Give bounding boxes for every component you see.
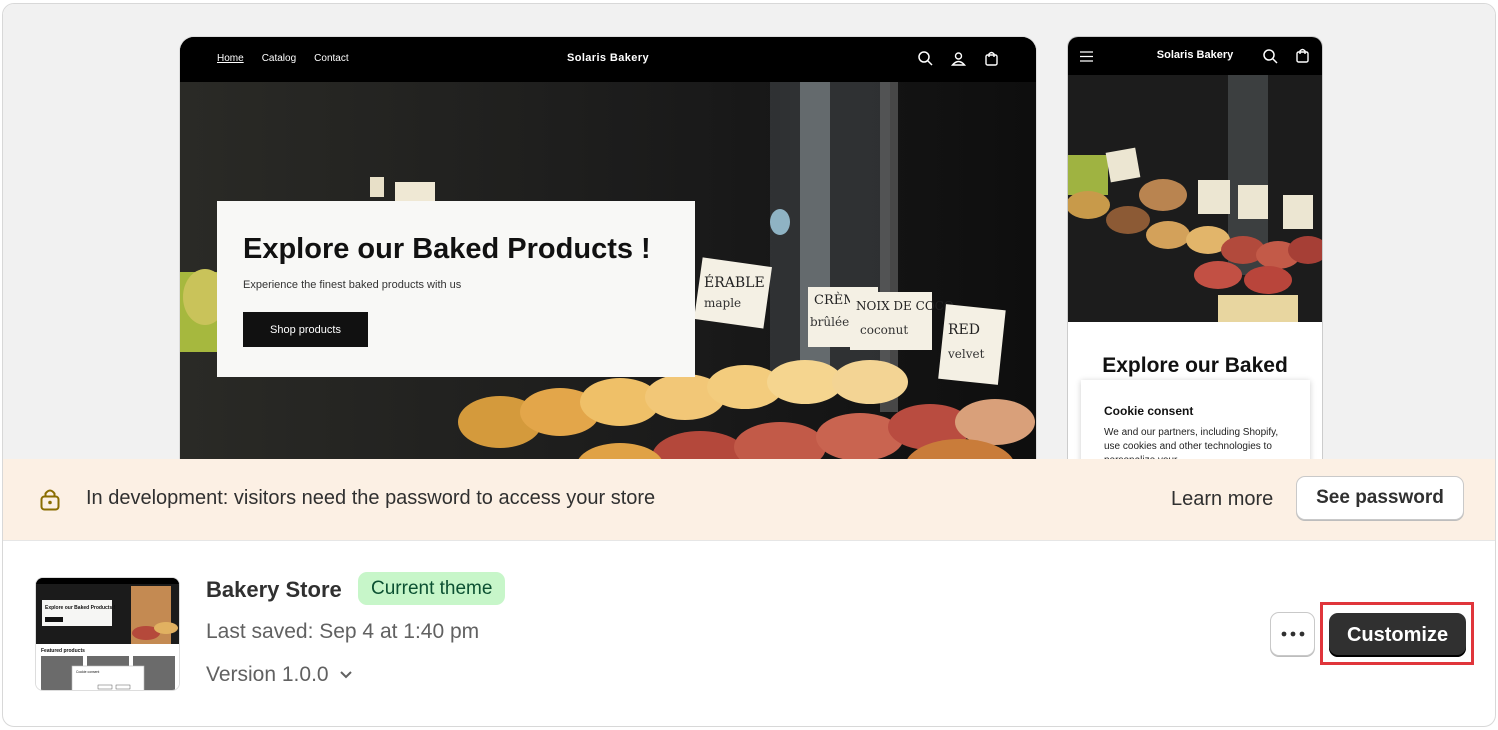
mobile-nav: Solaris Bakery	[1068, 37, 1322, 75]
desktop-hero-title: Explore our Baked Products !	[243, 233, 651, 265]
shop-products-button: Shop products	[243, 312, 368, 347]
search-icon	[918, 51, 933, 66]
version-dropdown[interactable]: Version 1.0.0	[206, 663, 353, 687]
ellipsis-icon	[1281, 631, 1304, 637]
thumb-featured-products: Featured products	[41, 648, 85, 654]
theme-thumbnail: Explore our Baked Products ! Featured pr…	[35, 577, 180, 691]
mobile-hero-image	[1068, 75, 1322, 322]
chevron-down-icon	[339, 671, 352, 679]
cookie-consent-title: Cookie consent	[1104, 404, 1194, 418]
lock-icon	[40, 489, 60, 511]
desktop-hero-box: Explore our Baked Products ! Experience …	[217, 201, 695, 377]
tag-brulee-text: brûlée	[810, 315, 849, 329]
desktop-brand: Solaris Bakery	[566, 52, 650, 64]
tag-coconut-text: coconut	[860, 323, 908, 337]
desktop-hero-subtitle: Experience the finest baked products wit…	[243, 279, 462, 291]
learn-more-link[interactable]: Learn more	[1171, 488, 1273, 511]
theme-card: Home Catalog Contact Solaris Bakery ÉRAB…	[2, 3, 1496, 727]
last-saved-text: Last saved: Sep 4 at 1:40 pm	[206, 620, 480, 643]
account-icon	[950, 52, 967, 66]
desktop-preview: Home Catalog Contact Solaris Bakery ÉRAB…	[180, 37, 1036, 477]
theme-preview-area[interactable]: Home Catalog Contact Solaris Bakery ÉRAB…	[3, 4, 1495, 477]
tag-velvet-text: velvet	[947, 347, 985, 361]
desktop-nav: Home Catalog Contact Solaris Bakery	[180, 37, 1036, 82]
see-password-button[interactable]: See password	[1296, 476, 1464, 520]
thumb-cookie-title: Cookie consent	[76, 670, 99, 674]
search-icon	[1263, 49, 1278, 64]
mobile-hero-title: Explore our Baked	[1102, 354, 1288, 377]
mobile-preview: Solaris Bakery Explore our Baked Cookie …	[1068, 37, 1322, 477]
current-theme-badge: Current theme	[358, 572, 506, 605]
customize-button[interactable]: Customize	[1329, 613, 1466, 657]
more-actions-button[interactable]	[1270, 612, 1315, 656]
development-message: In development: visitors need the passwo…	[86, 487, 656, 509]
version-label: Version 1.0.0	[206, 663, 329, 686]
cart-icon	[1296, 48, 1309, 63]
cart-icon	[985, 51, 998, 66]
tag-erable-text: ÉRABLE	[704, 273, 765, 291]
tag-red-text: RED	[948, 322, 980, 338]
thumb-hero-title: Explore our Baked Products !	[45, 605, 116, 611]
tag-maple-text: maple	[704, 296, 741, 310]
desktop-hero-image: ÉRABLE maple CRÈME brûlée NOIX DE COCO c…	[180, 82, 1036, 477]
mobile-brand: Solaris Bakery	[1156, 49, 1234, 61]
theme-name: Bakery Store	[206, 577, 342, 602]
tag-noix-text: NOIX DE COCO	[856, 299, 954, 313]
development-banner: In development: visitors need the passwo…	[3, 459, 1495, 541]
